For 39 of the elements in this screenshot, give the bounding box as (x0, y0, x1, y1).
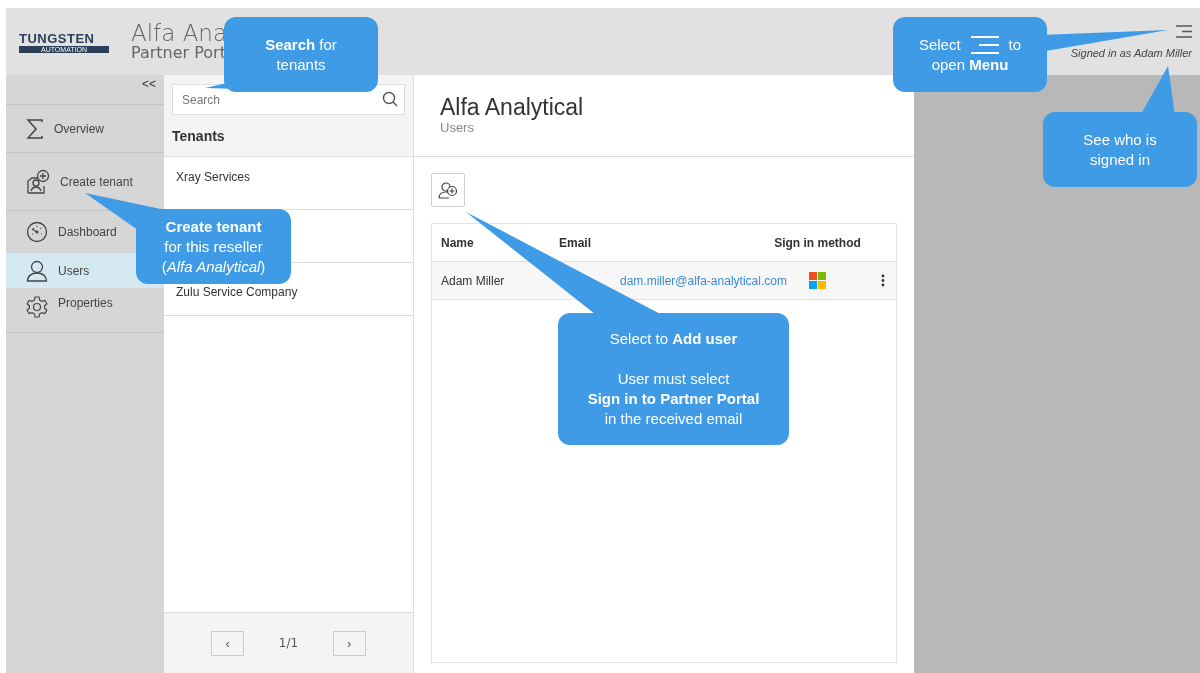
callout-text: Select (918, 34, 961, 55)
table-cell-text: Adam Miller (440, 273, 506, 288)
callout-text: open Menu (931, 54, 1009, 75)
sidebar-item[interactable]: Dashboard (6, 211, 164, 253)
add-user-button[interactable] (431, 173, 465, 207)
app-title: Alfa Ana (131, 21, 228, 46)
person-icon (26, 259, 48, 282)
previous-page-button[interactable]: ‹ (211, 630, 245, 656)
callout-text: User must select Sign in to Partner Portal in the received email (587, 369, 760, 429)
collapse-button[interactable]: << (134, 75, 164, 93)
four-squares-logo-icon (809, 272, 826, 289)
next-page-button[interactable]: › (332, 630, 366, 656)
gear-icon (26, 296, 48, 318)
column-header: Sign in method (773, 235, 862, 250)
logo-text: TUNGSTEN (19, 30, 96, 46)
signed-in-label: Signed in as Adam Miller (1070, 47, 1192, 59)
callout-text: Create tenant for this reseller (Alfa Analytical) (161, 216, 266, 277)
app-subtitle: Partner Port (131, 45, 227, 62)
column-header: Email (558, 235, 592, 250)
tenant-item[interactable]: Xray Services (176, 170, 251, 184)
column-header: Name (440, 235, 475, 250)
page-title: Alfa Analytical (440, 95, 585, 121)
add-person-icon (26, 168, 50, 195)
callout-text: See who is signed in (1083, 129, 1157, 170)
callout-text: Select to Add user (609, 329, 738, 349)
add-person-icon (438, 181, 458, 199)
search-icon (382, 91, 398, 107)
callout-text: Search for tenants (265, 34, 337, 75)
tenants-heading: Tenants (172, 128, 226, 144)
menu-icon[interactable] (1176, 25, 1192, 38)
page-indicator: 1/1 (278, 636, 299, 650)
gauge-icon (26, 221, 48, 243)
tenant-item[interactable]: Zulu Service Company (176, 285, 298, 299)
email-link[interactable]: dam.miller@alfa-analytical.com (620, 273, 787, 288)
page-subtitle: Users (440, 120, 475, 136)
sigma-icon (26, 118, 44, 139)
menu-icon (970, 35, 999, 54)
more-icon[interactable] (881, 274, 885, 287)
callout-text: to (1008, 34, 1022, 55)
